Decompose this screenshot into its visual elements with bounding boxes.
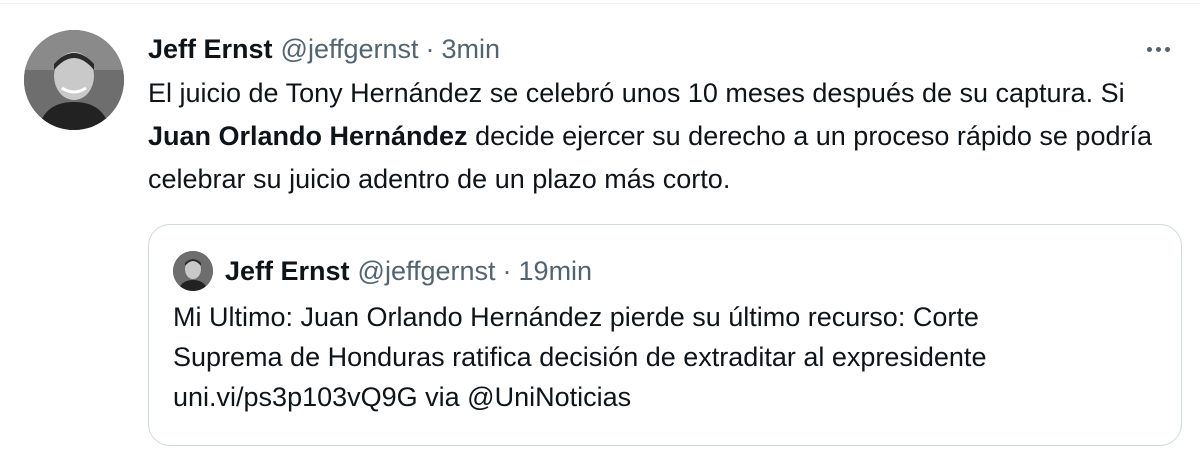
separator-dot: · <box>425 34 435 64</box>
quoted-avatar-photo <box>173 251 213 291</box>
avatar[interactable] <box>24 30 124 130</box>
quoted-separator-dot: · <box>502 256 512 286</box>
author-handle[interactable]: @jeffgernst <box>281 28 419 70</box>
quoted-author-handle: @jeffgernst <box>357 256 496 286</box>
more-dot <box>1164 46 1170 52</box>
more-dot <box>1155 46 1161 52</box>
quoted-text-line: uni.vi/ps3p103vQ9G via @UniNoticias <box>173 382 632 412</box>
timestamp[interactable]: 3min <box>442 28 501 70</box>
quoted-tweet-text: Mi Ultimo: Juan Orlando Hernández pierde… <box>173 297 1155 417</box>
quoted-avatar <box>173 251 213 291</box>
quoted-text-line: Suprema de Honduras ratifica decisión de… <box>173 342 987 372</box>
tweet-text-part: El juicio de Tony Hernández se celebró u… <box>148 78 1125 108</box>
quoted-text-line: Mi Ultimo: Juan Orlando Hernández pierde… <box>173 302 979 332</box>
tweet[interactable]: Jeff Ernst @jeffgernst · 3min El juicio … <box>0 0 1200 465</box>
quoted-timestamp: 19min <box>518 256 593 286</box>
more-horizontal-icon[interactable] <box>1138 34 1178 64</box>
quoted-author-name: Jeff Ernst <box>225 256 350 286</box>
divider <box>0 0 1200 4</box>
more-dot <box>1146 46 1152 52</box>
tweet-header: Jeff Ernst @jeffgernst · 3min <box>148 28 1168 70</box>
tweet-text-bold: Juan Orlando Hernández <box>148 121 468 151</box>
quoted-tweet[interactable]: Jeff Ernst @jeffgernst · 19min Mi Ultimo… <box>148 224 1182 446</box>
quoted-tweet-header: Jeff Ernst @jeffgernst · 19min <box>173 251 1155 291</box>
avatar-photo <box>24 30 124 130</box>
tweet-content: Jeff Ernst @jeffgernst · 3min El juicio … <box>148 28 1168 201</box>
tweet-text: El juicio de Tony Hernández se celebró u… <box>148 72 1168 201</box>
author-name[interactable]: Jeff Ernst <box>148 28 273 70</box>
